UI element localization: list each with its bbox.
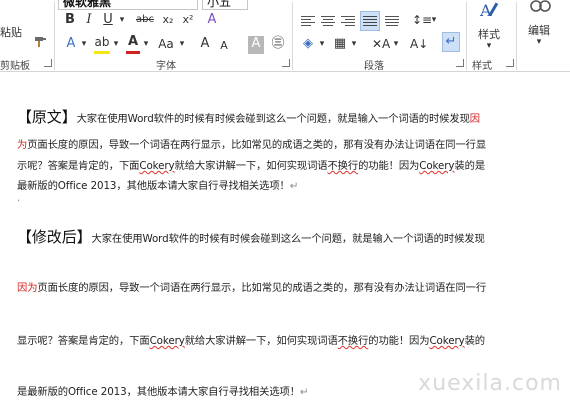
text-effects-dropdown-icon[interactable]: ▾ <box>80 36 88 54</box>
font-color-icon[interactable]: A <box>126 34 140 52</box>
sort-icon[interactable]: A↓ <box>410 36 428 54</box>
text-run-spellcheck: Cokery <box>139 160 175 172</box>
underline-button[interactable]: U <box>100 12 116 30</box>
revised-heading: 【修改后】 <box>17 228 92 246</box>
styles-dropdown-icon[interactable]: ▾ <box>484 38 494 56</box>
text-run: 页面长度的原因，导致一个词语在两行显示，比如常见的成语之类的，那有没有办法让词语… <box>37 282 487 294</box>
text-run: 就给大家讲解一下，如何实现词语 <box>174 160 328 172</box>
text-run: 最新版的Office 2013，其他版本请大家自行寻找相关选项！ <box>17 180 290 192</box>
align-right-icon[interactable] <box>340 14 356 28</box>
change-case-dropdown-icon[interactable]: ▾ <box>178 36 186 54</box>
align-left-icon[interactable] <box>300 14 316 28</box>
justify-icon[interactable] <box>362 14 378 28</box>
format-painter-icon[interactable] <box>34 36 48 48</box>
original-heading: 【原文】 <box>17 108 77 126</box>
text-run-spellcheck: 不换行 <box>337 335 369 347</box>
text-run-red: 因 <box>469 113 480 125</box>
original-line-4: 最新版的Office 2013，其他版本请大家自行寻找相关选项！↵ <box>17 177 298 192</box>
shrink-font-icon[interactable]: A <box>218 38 230 56</box>
paragraph-mark-icon: ↵ <box>299 386 309 398</box>
text-run-spellcheck: Cokery <box>149 335 185 347</box>
text-run: 的功能！因为 <box>368 335 430 347</box>
font-name-dropdown[interactable]: 微软雅黑 <box>58 0 198 10</box>
text-run: 显示呢？答案是肯定的，下面 <box>17 335 150 347</box>
highlight-color-swatch <box>94 51 110 54</box>
clear-formatting-icon[interactable]: A <box>204 12 220 30</box>
text-run-red: 因为 <box>17 282 38 294</box>
line-spacing-dropdown-icon[interactable]: ▾ <box>430 12 438 30</box>
align-center-icon[interactable] <box>320 14 336 28</box>
text-run: 的功能！因为 <box>358 160 420 172</box>
strikethrough-button[interactable]: abc <box>134 12 156 30</box>
text-run: 是最新版的Office 2013，其他版本请大家自行寻找相关选项！ <box>17 386 300 398</box>
text-run: 装的 <box>464 335 486 347</box>
empty-paragraph-mark: . <box>17 192 21 204</box>
original-line-3: 示呢？答案是肯定的，下面Cokery就给大家讲解一下，如何实现词语不换行的功能！… <box>17 157 485 172</box>
text-run: 大家在使用Word软件的时候有时候会碰到这么一个问题，就是输入一个词语的时候发现 <box>91 233 485 245</box>
revised-line-4: 是最新版的Office 2013，其他版本请大家自行寻找相关选项！↵ <box>17 383 309 398</box>
revised-line-3: 显示呢？答案是肯定的，下面Cokery就给大家讲解一下，如何实现词语不换行的功能… <box>17 332 485 347</box>
text-run: 示呢？答案是肯定的，下面 <box>17 160 140 172</box>
text-run-red: 为 <box>17 139 28 151</box>
watermark: xuexila.com <box>418 371 562 396</box>
paste-button[interactable]: 粘贴 <box>0 24 22 40</box>
styles-icon[interactable]: A <box>478 0 502 22</box>
highlight-icon[interactable]: ab <box>94 34 110 52</box>
find-icon[interactable] <box>528 0 552 20</box>
character-shading-icon[interactable]: A <box>248 36 264 54</box>
line-spacing-icon[interactable]: ↕≡ <box>412 12 432 30</box>
bold-button[interactable]: B <box>62 12 78 30</box>
grow-font-icon[interactable]: A <box>198 36 212 54</box>
revised-line-1: 【修改后】大家在使用Word软件的时候有时候会碰到这么一个问题，就是输入一个词语… <box>17 226 485 247</box>
clipboard-launcher-icon[interactable] <box>44 59 52 67</box>
change-case-button[interactable]: Aa <box>156 36 176 54</box>
highlight-dropdown-icon[interactable]: ▾ <box>112 36 120 54</box>
text-run: 装的是 <box>454 160 486 172</box>
text-run: 大家在使用Word软件的时候有时候会碰到这么一个问题，就是输入一个词语的时候发现 <box>76 113 470 125</box>
paragraph-launcher-icon[interactable] <box>456 59 464 67</box>
ribbon: 粘贴 微软雅黑 小五 B I U ▾ abc x₂ x² A A ▾ ab ▾ … <box>0 0 570 72</box>
original-line-2: 为页面长度的原因，导致一个词语在两行显示，比如常见的成语之类的，那有没有办法让词… <box>17 136 486 151</box>
italic-button[interactable]: I <box>82 12 96 30</box>
asian-layout-icon[interactable]: ✕A <box>372 36 390 54</box>
borders-icon[interactable]: ▦ <box>332 36 348 54</box>
text-run-spellcheck: 不换行 <box>327 160 359 172</box>
font-size-dropdown[interactable]: 小五 <box>202 0 248 10</box>
text-effects-icon[interactable]: A <box>64 36 78 54</box>
distributed-icon[interactable] <box>384 14 400 28</box>
original-line-1: 【原文】大家在使用Word软件的时候有时候会碰到这么一个问题，就是输入一个词语的… <box>17 106 480 127</box>
shading-dropdown-icon[interactable]: ▾ <box>318 36 326 54</box>
enclose-characters-icon[interactable]: ㊂ <box>270 36 286 54</box>
text-run: 页面长度的原因，导致一个词语在两行显示，比如常见的成语之类的，那有没有办法让词语… <box>27 139 487 151</box>
underline-dropdown-icon[interactable]: ▾ <box>118 12 126 30</box>
shading-icon[interactable]: ◈ <box>300 36 316 54</box>
styles-launcher-icon[interactable] <box>506 59 514 67</box>
revised-line-2: 因为页面长度的原因，导致一个词语在两行显示，比如常见的成语之类的，那有没有办法让… <box>17 279 486 294</box>
font-launcher-icon[interactable] <box>282 59 290 67</box>
svg-text:A: A <box>479 1 492 20</box>
borders-dropdown-icon[interactable]: ▾ <box>350 36 358 54</box>
text-run-spellcheck: Cokery <box>429 335 465 347</box>
document-page[interactable]: 【原文】大家在使用Word软件的时候有时候会碰到这么一个问题，就是输入一个词语的… <box>0 72 570 400</box>
superscript-button[interactable]: x² <box>180 12 196 30</box>
show-paragraph-marks-icon[interactable]: ↵ <box>444 34 458 52</box>
text-run: 就给大家讲解一下，如何实现词语 <box>184 335 338 347</box>
subscript-button[interactable]: x₂ <box>160 12 176 30</box>
font-color-swatch <box>126 51 140 54</box>
paragraph-mark-icon: ↵ <box>289 180 299 192</box>
editing-dropdown-icon[interactable]: ▾ <box>534 34 544 52</box>
asian-layout-dropdown-icon[interactable]: ▾ <box>392 36 400 54</box>
text-run-spellcheck: Cokery <box>419 160 455 172</box>
font-color-dropdown-icon[interactable]: ▾ <box>142 36 150 54</box>
